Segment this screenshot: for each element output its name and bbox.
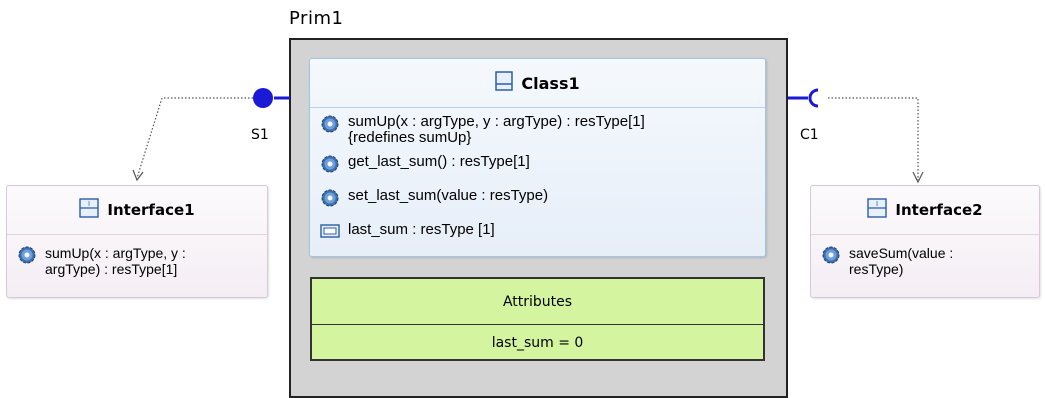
class-class1[interactable]: Class1 sumUp(x : argType, y : argType) :… xyxy=(309,58,766,257)
interface-name: Interface2 xyxy=(895,201,983,219)
class-operation-sumup[interactable]: sumUp(x : argType, y : argType) : resTyp… xyxy=(320,114,765,146)
gear-icon xyxy=(320,154,340,178)
interface-operations: sumUp(x : argType, y : argType) : resTyp… xyxy=(7,235,267,277)
class-members: sumUp(x : argType, y : argType) : resTyp… xyxy=(310,108,765,244)
interface-operation[interactable]: sumUp(x : argType, y : argType) : resTyp… xyxy=(17,245,267,277)
port-label-s1: S1 xyxy=(251,127,269,143)
interface-name: Interface1 xyxy=(107,201,195,219)
member-text: set_last_sum(value : resType) xyxy=(348,187,549,204)
interface-icon: I xyxy=(79,198,100,222)
gear-icon xyxy=(320,188,340,212)
interface-operation[interactable]: saveSum(value : resType) xyxy=(821,245,1039,277)
gear-icon xyxy=(320,114,340,138)
property-icon xyxy=(320,222,340,244)
operation-text: sumUp(x : argType, y : argType) : resTyp… xyxy=(45,245,186,277)
c1-dependency-line xyxy=(828,97,919,180)
class-operation-set-last-sum[interactable]: set_last_sum(value : resType) xyxy=(320,188,765,212)
s1-lollipop xyxy=(253,88,273,108)
member-text: sumUp(x : argType, y : argType) : resTyp… xyxy=(348,113,645,146)
member-text: get_last_sum() : resType[1] xyxy=(348,153,530,170)
class-name: Class1 xyxy=(521,73,580,93)
class-icon xyxy=(495,71,514,95)
interface-operations: saveSum(value : resType) xyxy=(811,235,1039,277)
interface-header: I Interface2 xyxy=(811,186,1039,235)
class-operation-get-last-sum[interactable]: get_last_sum() : resType[1] xyxy=(320,154,765,178)
member-text: last_sum : resType [1] xyxy=(348,221,495,238)
interface-icon: I xyxy=(867,198,888,222)
interface-header: I Interface1 xyxy=(7,186,267,235)
gear-icon xyxy=(821,245,841,277)
gear-icon xyxy=(17,245,37,277)
c1-socket xyxy=(808,88,819,108)
attributes-box[interactable]: Attributes last_sum = 0 xyxy=(310,277,765,361)
s1-dependency-line xyxy=(136,97,253,179)
svg-text:I: I xyxy=(876,200,878,208)
interface-interface1[interactable]: I Interface1 sumUp(x : argType, y : argT… xyxy=(6,185,268,298)
port-label-c1: C1 xyxy=(800,127,819,143)
svg-text:I: I xyxy=(88,200,90,208)
operation-text: saveSum(value : resType) xyxy=(849,245,954,277)
attributes-title: Attributes xyxy=(312,279,763,325)
attributes-value: last_sum = 0 xyxy=(491,334,584,351)
class-header: Class1 xyxy=(310,59,765,108)
interface-interface2[interactable]: I Interface2 saveSum(value : resType) xyxy=(810,185,1040,298)
class-property-last-sum[interactable]: last_sum : resType [1] xyxy=(320,222,765,244)
